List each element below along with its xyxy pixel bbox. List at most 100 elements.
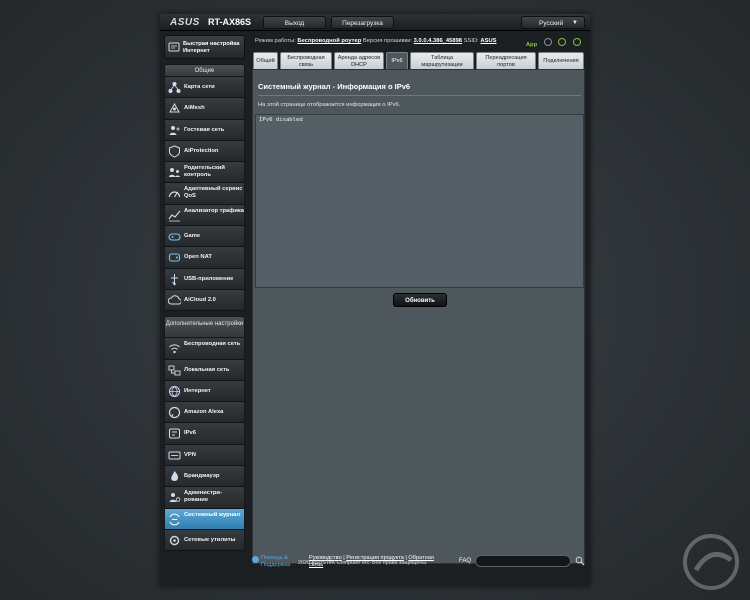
sidebar-item-ipv6[interactable]: IPv6	[164, 423, 245, 445]
firmware-label: Версия прошивки:	[362, 38, 413, 44]
usb-status-icon[interactable]	[543, 38, 552, 46]
sidebar-item-label: AiProtection	[184, 147, 219, 154]
refresh-button[interactable]: Обновить	[393, 293, 447, 307]
aimesh-icon	[169, 103, 180, 113]
tab-ipv6[interactable]: IPv6	[386, 52, 408, 70]
sidebar-item-label: Брандмауэр	[184, 473, 220, 480]
sidebar-item-traffic-analyzer[interactable]: Анализатор трафика	[164, 204, 245, 227]
wifi-status-icon[interactable]	[573, 38, 581, 46]
ssid-value-link[interactable]: ASUS	[480, 38, 496, 44]
tab-routing-table[interactable]: Таблица маршрутизации	[410, 52, 474, 70]
tab-port-forwarding[interactable]: Переадресация портов	[476, 52, 536, 70]
guest-network-icon	[169, 125, 180, 135]
sidebar: Быстрая настройка Интернет Общие Карта с…	[164, 35, 245, 552]
help-icon	[252, 556, 259, 563]
sidebar-item-qos[interactable]: Адаптивный сервис QoS	[164, 183, 245, 205]
wireless-icon	[169, 344, 180, 354]
sidebar-item-label: AiCloud 2.0	[184, 296, 216, 303]
faq-label: FAQ	[459, 558, 472, 564]
status-line: Режим работы: Беспроводной роутер Версия…	[255, 38, 585, 48]
ssid-label: SSID:	[463, 38, 479, 44]
sidebar-item-label: VPN	[184, 451, 196, 458]
firmware-value-link[interactable]: 3.0.0.4.386_45898	[414, 38, 462, 44]
ipv6-icon	[169, 428, 180, 439]
administration-icon	[169, 493, 181, 503]
sidebar-item-network-map[interactable]: Карта сети	[164, 77, 245, 99]
sidebar-item-usb[interactable]: USB-приложение	[164, 268, 245, 290]
title-divider	[258, 95, 581, 96]
page-description: На этой странице отображается информация…	[258, 102, 401, 108]
top-bar: ASUS RT-AX86S Выход Перезагрузка Русский…	[160, 14, 590, 31]
firewall-icon	[171, 471, 179, 482]
language-select[interactable]: Русский ▼	[521, 16, 585, 29]
app-label[interactable]: App	[526, 42, 537, 48]
language-value: Русский	[539, 20, 564, 27]
mode-label: Режим работы:	[255, 38, 296, 44]
aiprotection-icon	[169, 145, 180, 158]
lan-icon	[168, 365, 181, 376]
main-panel: Системный журнал - Информация о IPv6 На …	[252, 69, 585, 564]
vpn-icon	[168, 451, 181, 460]
network-status-icon[interactable]	[558, 38, 567, 46]
sidebar-item-label: Карта сети	[184, 84, 215, 90]
sidebar-item-parental-control[interactable]: Родительский контроль	[164, 162, 245, 184]
copyright-text: 2020 ASUSTeK Computer Inc. Все права защ…	[298, 560, 428, 566]
asus-logo[interactable]: ASUS	[170, 17, 200, 28]
sidebar-item-internet[interactable]: Интернет	[164, 380, 245, 403]
sidebar-item-aiprotection[interactable]: AiProtection	[164, 140, 245, 163]
sidebar-item-label: Сетевые утилиты	[184, 536, 236, 543]
sidebar-item-system-log[interactable]: Системный журнал	[164, 508, 245, 530]
tab-dhcp-leases[interactable]: Аренда адресов DHCP	[334, 52, 384, 70]
mode-value-link[interactable]: Беспроводной роутер	[297, 38, 361, 44]
alexa-icon	[168, 407, 181, 419]
qos-icon	[168, 191, 181, 198]
usb-icon	[171, 273, 178, 285]
sidebar-item-vpn[interactable]: VPN	[164, 444, 245, 467]
ipv6-log-textarea[interactable]: IPv6 disabled	[255, 114, 584, 288]
sidebar-item-label: Amazon Alexa	[184, 409, 224, 416]
tab-general[interactable]: Общий	[253, 52, 278, 70]
quick-setup-button[interactable]: Быстрая настройка Интернет	[164, 35, 245, 59]
sidebar-item-label: Родительский контроль	[184, 165, 225, 178]
general-nav-list: Карта сети AiMesh Гостевая сеть AiProtectio…	[164, 77, 245, 312]
system-log-icon	[169, 513, 180, 525]
traffic-analyzer-icon	[168, 210, 181, 222]
logout-button[interactable]: Выход	[263, 16, 326, 29]
sidebar-item-label: Администри- рование	[184, 490, 222, 503]
search-icon[interactable]	[575, 556, 585, 566]
sidebar-item-firewall[interactable]: Брандмауэр	[164, 466, 245, 488]
sidebar-item-label: IPv6	[184, 430, 196, 437]
sidebar-item-label: Адаптивный сервис QoS	[184, 186, 243, 199]
quick-setup-label: Быстрая настройка Интернет	[183, 41, 240, 54]
sidebar-item-open-nat[interactable]: Open NAT	[164, 247, 245, 269]
sidebar-item-guest-network[interactable]: Гостевая сеть	[164, 119, 245, 141]
model-name: RT-AX86S	[208, 17, 252, 27]
router-admin-window: ASUS RT-AX86S Выход Перезагрузка Русский…	[160, 14, 590, 586]
faq-search-input[interactable]	[475, 555, 571, 567]
status-icons: App	[526, 38, 581, 48]
sidebar-item-label: AiMesh	[184, 105, 205, 112]
sidebar-item-label: Системный журнал	[184, 511, 241, 518]
sidebar-item-label: Беспроводная сеть	[184, 341, 241, 348]
sidebar-item-lan[interactable]: Локальная сеть	[164, 359, 245, 381]
sidebar-item-label: Open NAT	[184, 254, 212, 261]
quick-setup-icon	[168, 42, 180, 52]
sidebar-item-network-tools[interactable]: Сетевые утилиты	[164, 529, 245, 552]
reboot-button[interactable]: Перезагрузка	[331, 16, 394, 29]
sidebar-item-aimesh[interactable]: AiMesh	[164, 98, 245, 120]
sidebar-item-label: Анализатор трафика	[184, 207, 245, 214]
help-support-label: Помощь & Поддержка	[261, 555, 291, 568]
tab-connections[interactable]: Подключения	[538, 52, 584, 70]
page-title: Системный журнал - Информация о IPv6	[258, 82, 411, 91]
sidebar-item-administration[interactable]: Администри- рование	[164, 487, 245, 509]
sidebar-item-label: Локальная сеть	[184, 366, 230, 373]
help-support-link[interactable]: Помощь & Поддержка	[261, 555, 301, 568]
sidebar-item-aicloud[interactable]: AiCloud 2.0	[164, 289, 245, 312]
tab-wireless[interactable]: Беспроводная связь	[280, 52, 332, 70]
sidebar-item-game[interactable]: Game	[164, 226, 245, 248]
sidebar-item-label: Интернет	[184, 387, 211, 394]
watermark-logo	[683, 534, 739, 590]
advanced-nav-list: Беспроводная сеть Локальная сеть Интернет A…	[164, 338, 245, 552]
sidebar-item-alexa[interactable]: Amazon Alexa	[164, 402, 245, 424]
sidebar-item-wireless[interactable]: Беспроводная сеть	[164, 338, 245, 360]
